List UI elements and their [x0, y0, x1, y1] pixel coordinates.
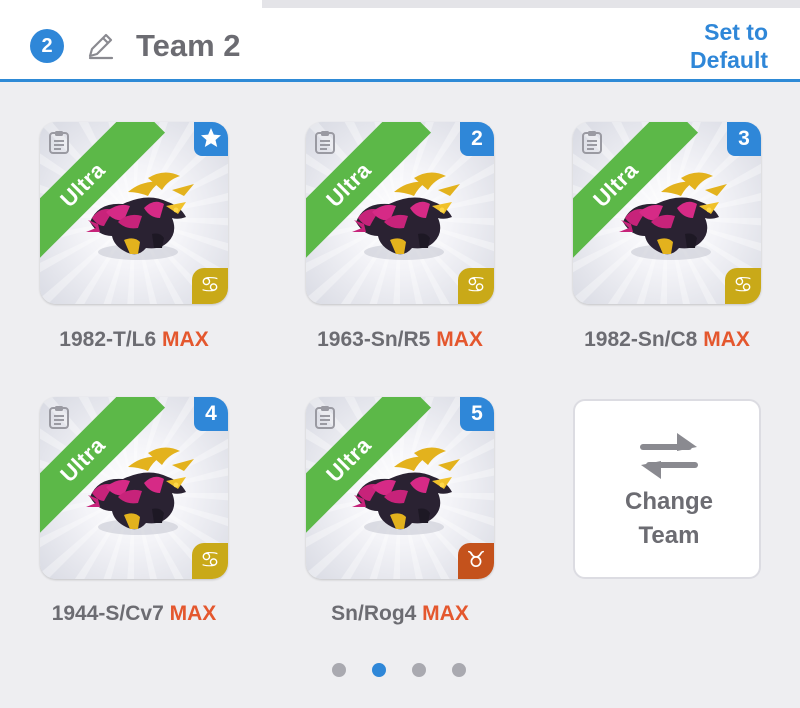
slot-number-badge: 5: [460, 397, 494, 431]
creature-name: 1982-Sn/C8: [584, 328, 698, 351]
page-dot-active[interactable]: [372, 663, 386, 677]
change-team-button[interactable]: Change Team: [573, 399, 761, 579]
cancer-zodiac-icon: ♋: [192, 543, 228, 579]
level-max: MAX: [169, 602, 217, 625]
card-name-label: 1982-Sn/C8 MAX: [552, 328, 782, 352]
slot-number-badge: 2: [460, 122, 494, 156]
creature-name: 1963-Sn/R5: [317, 328, 431, 351]
taurus-zodiac-icon: ♉: [458, 543, 494, 579]
cancer-zodiac-icon: ♋: [458, 268, 494, 304]
active-tab-edge: [0, 0, 262, 8]
creature-name: 1982-T/L6: [59, 328, 157, 351]
slot-number-badge: 3: [727, 122, 761, 156]
change-label-line1: Change: [624, 488, 713, 515]
set-to-default-button[interactable]: Set to Default: [638, 18, 768, 74]
team-header: 2 Team 2 Set to Default: [0, 8, 800, 82]
clipboard-icon[interactable]: [581, 130, 603, 154]
team-name[interactable]: Team 2: [136, 26, 241, 66]
clipboard-icon[interactable]: [48, 130, 70, 154]
edit-pencil-icon[interactable]: [84, 30, 116, 62]
clipboard-icon[interactable]: [314, 405, 336, 429]
change-label-line2: Team: [638, 522, 700, 549]
swap-arrows-icon: [640, 433, 698, 479]
team-slot-card[interactable]: Ultra 3 ♋: [573, 122, 761, 304]
clipboard-icon[interactable]: [48, 405, 70, 429]
level-max: MAX: [703, 328, 750, 351]
level-max: MAX: [422, 602, 469, 625]
slot-number-badge: 4: [194, 397, 228, 431]
star-icon: [201, 128, 221, 147]
team-number-badge: 2: [30, 29, 64, 63]
cancer-zodiac-icon: ♋: [725, 268, 761, 304]
team-slot-card[interactable]: Ultra 4 ♋: [40, 397, 228, 579]
clipboard-icon[interactable]: [314, 130, 336, 154]
cancer-zodiac-icon: ♋: [192, 268, 228, 304]
team-slot-card[interactable]: Ultra 2 ♋: [306, 122, 494, 304]
team-slot-card[interactable]: Ultra ♋: [40, 122, 228, 304]
favorite-star-badge: [194, 122, 228, 156]
change-team-label: Change Team: [575, 485, 763, 553]
creature-name: Sn/Rog4: [331, 602, 417, 625]
creature-name: 1944-S/Cv7: [51, 602, 164, 625]
level-max: MAX: [436, 328, 483, 351]
card-name-label: Sn/Rog4 MAX: [285, 602, 515, 626]
page-dot[interactable]: [332, 663, 346, 677]
page-dot[interactable]: [412, 663, 426, 677]
card-name-label: 1963-Sn/R5 MAX: [285, 328, 515, 352]
team-slot-card[interactable]: Ultra 5 ♉: [306, 397, 494, 579]
level-max: MAX: [162, 328, 209, 351]
top-tab-strip: [0, 0, 800, 8]
card-name-label: 1982-T/L6 MAX: [19, 328, 249, 352]
page-dot[interactable]: [452, 663, 466, 677]
card-name-label: 1944-S/Cv7 MAX: [19, 602, 249, 626]
